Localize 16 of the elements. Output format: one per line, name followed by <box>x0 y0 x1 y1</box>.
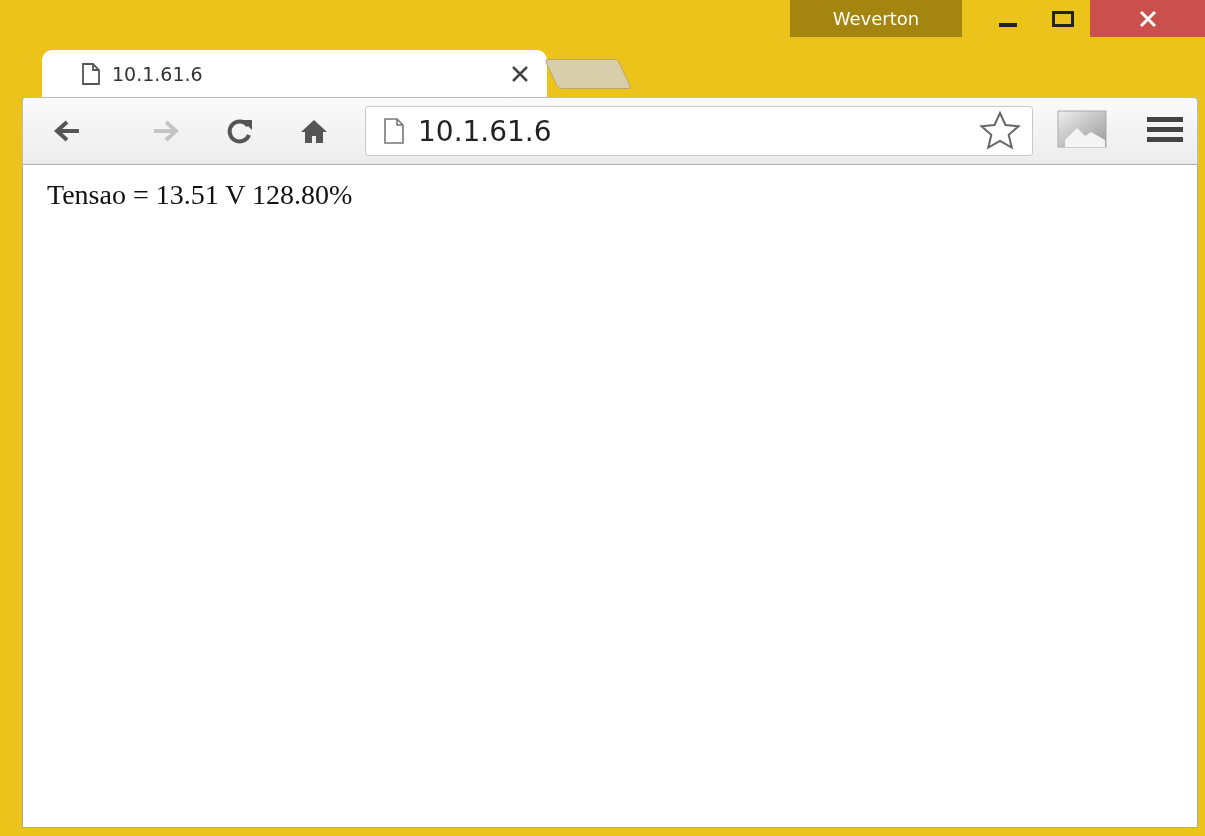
close-icon <box>1138 9 1157 28</box>
star-icon[interactable] <box>978 111 1022 151</box>
maximize-icon <box>1051 10 1074 27</box>
page-icon <box>82 62 100 85</box>
home-icon[interactable] <box>300 118 328 144</box>
page-text: Tensao = 13.51 V 128.80% <box>47 179 353 211</box>
back-arrow-icon[interactable] <box>53 119 81 143</box>
profile-name[interactable]: Weverton <box>790 0 962 37</box>
minimize-icon <box>998 22 1017 27</box>
close-tab-icon[interactable] <box>511 64 529 83</box>
reload-icon[interactable] <box>226 117 254 145</box>
tab-title: 10.1.61.6 <box>112 62 204 85</box>
address-bar[interactable]: 10.1.61.6 <box>365 106 1033 156</box>
browser-tab[interactable]: 10.1.61.6 <box>42 50 547 97</box>
menu-icon[interactable] <box>1147 115 1183 143</box>
page-icon <box>384 118 404 144</box>
